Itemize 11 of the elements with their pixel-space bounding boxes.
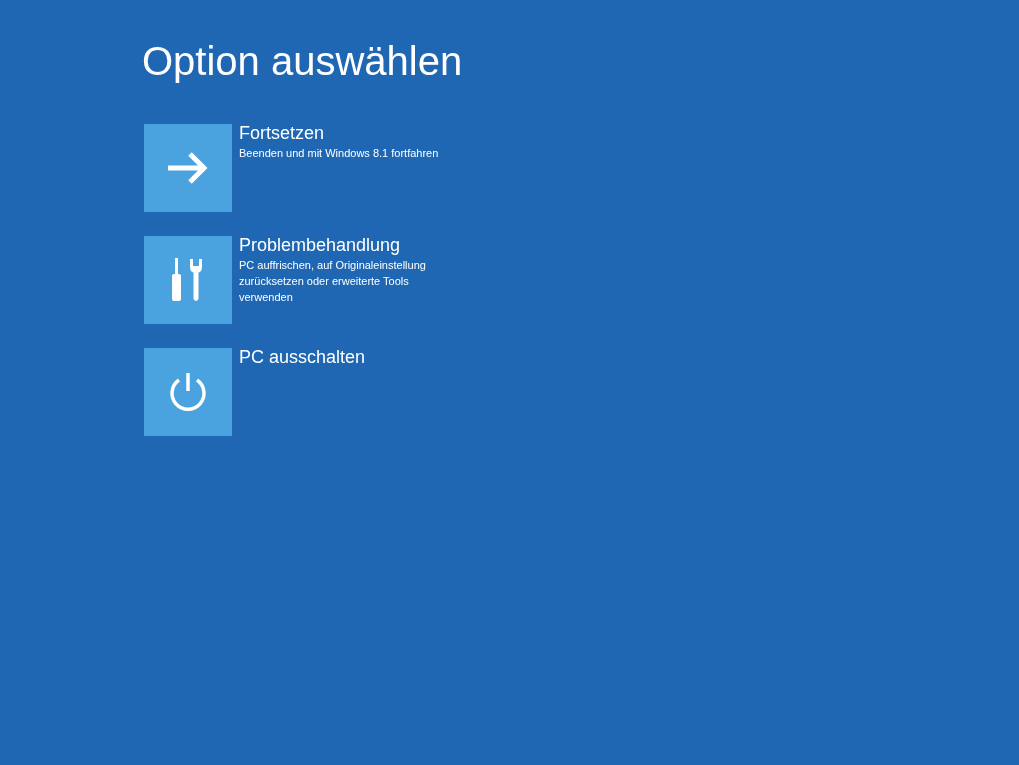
- arrow-icon: [166, 151, 210, 185]
- option-tile[interactable]: [144, 348, 232, 436]
- page-title: Option auswählen: [142, 38, 464, 85]
- option-title: PC ausschalten: [239, 346, 367, 369]
- option-description: PC auffrischen, auf Originaleinstellung zurücksetzen oder erweiterte Tools verwenden: [239, 258, 427, 305]
- option-tile[interactable]: [144, 124, 232, 212]
- option-title: Problembehandlung: [239, 234, 402, 257]
- option-description: Beenden und mit Windows 8.1 fortfahren: [239, 146, 440, 161]
- power-icon: [168, 371, 208, 413]
- option-title: Fortsetzen: [239, 122, 326, 145]
- option-tile[interactable]: [144, 236, 232, 324]
